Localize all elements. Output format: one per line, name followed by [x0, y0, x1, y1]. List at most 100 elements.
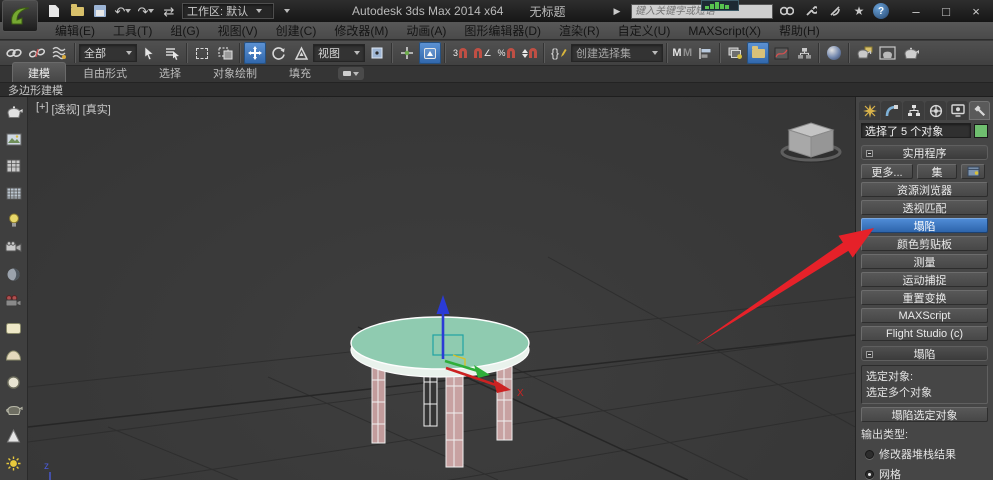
ribbon-tab-populate[interactable]: 填充 — [274, 63, 326, 82]
object-color-swatch[interactable] — [974, 124, 988, 138]
utility-color-clipboard-button[interactable]: 颜色剪贴板 — [861, 236, 988, 251]
named-selection-sets-field[interactable]: 创建选择集 — [571, 44, 663, 62]
select-and-link-icon[interactable] — [3, 42, 25, 64]
utility-flight-studio-button[interactable]: Flight Studio (c) — [861, 326, 988, 341]
workspace-dropdown[interactable]: 工作区: 默认 — [182, 3, 274, 19]
utility-asset-browser-button[interactable]: 资源浏览器 — [861, 182, 988, 197]
output-type-option-mesh[interactable]: 网格 — [865, 466, 988, 480]
redo-dropdown-icon[interactable] — [148, 9, 154, 13]
tab-motion[interactable] — [925, 101, 946, 120]
save-file-button[interactable] — [90, 3, 110, 20]
dome-primitive-icon[interactable] — [4, 345, 24, 365]
menu-help[interactable]: 帮助(H) — [770, 21, 829, 40]
select-and-move-icon[interactable] — [244, 42, 266, 64]
tab-display[interactable] — [947, 101, 968, 120]
menu-views[interactable]: 视图(V) — [209, 21, 267, 40]
view-cube[interactable] — [781, 123, 841, 163]
subscription-wrench-icon[interactable] — [801, 3, 821, 20]
open-file-button[interactable] — [67, 3, 87, 20]
utility-motion-capture-button[interactable]: 运动捕捉 — [861, 272, 988, 287]
collapse-selected-button[interactable]: 塌陷选定对象 — [861, 407, 988, 422]
select-and-rotate-icon[interactable] — [267, 42, 289, 64]
binoculars-search-icon[interactable] — [777, 3, 797, 20]
select-by-name-icon[interactable] — [161, 42, 183, 64]
more-utilities-button[interactable]: 更多... — [861, 164, 913, 179]
utility-reset-xform-button[interactable]: 重置变换 — [861, 290, 988, 305]
curve-editor-icon[interactable] — [770, 42, 792, 64]
viewport-shading-menu[interactable]: [真实] — [83, 101, 111, 117]
close-button[interactable]: × — [961, 2, 991, 20]
menu-tools[interactable]: 工具(T) — [104, 21, 161, 40]
application-menu-button[interactable] — [2, 0, 38, 32]
cone-primitive-icon[interactable] — [4, 426, 24, 446]
teapot-primitive-icon[interactable] — [4, 399, 24, 419]
utility-perspective-match-button[interactable]: 透视匹配 — [861, 200, 988, 215]
menu-create[interactable]: 创建(C) — [267, 21, 326, 40]
workspace-switch-button[interactable]: ⇄ — [159, 3, 179, 20]
new-scene-button[interactable] — [44, 3, 64, 20]
undo-dropdown-icon[interactable] — [125, 9, 131, 13]
bind-to-space-warp-icon[interactable] — [49, 42, 71, 64]
schematic-view-icon[interactable] — [793, 42, 815, 64]
redo-button[interactable]: ↷ — [136, 3, 156, 20]
communication-center-icon[interactable] — [825, 3, 845, 20]
object-name-field[interactable]: 选择了 5 个对象 — [861, 123, 971, 138]
workspace-flyout-button[interactable] — [277, 3, 297, 20]
use-pivot-center-icon[interactable] — [366, 42, 388, 64]
select-and-manipulate-icon[interactable] — [396, 42, 418, 64]
render-production-icon[interactable] — [899, 42, 921, 64]
tab-hierarchy[interactable] — [903, 101, 924, 120]
sphere-moon-icon[interactable] — [4, 264, 24, 284]
select-and-scale-icon[interactable] — [290, 42, 312, 64]
perspective-viewport[interactable]: [+] [透视] [真实] — [28, 97, 855, 480]
rectangular-selection-region-icon[interactable] — [191, 42, 213, 64]
undo-button[interactable]: ↶ — [113, 3, 133, 20]
menu-animation[interactable]: 动画(A) — [397, 21, 455, 40]
search-go-icon[interactable]: ▶ — [607, 3, 627, 20]
menu-maxscript[interactable]: MAXScript(X) — [679, 23, 770, 39]
reference-coordinate-dropdown[interactable]: 视图 — [313, 44, 365, 62]
lightbulb-icon[interactable] — [4, 210, 24, 230]
teapot-render-icon[interactable] — [4, 102, 24, 122]
radio-modifier-stack-result[interactable] — [865, 450, 874, 459]
help-icon[interactable]: ? — [873, 3, 889, 19]
align-icon[interactable] — [694, 42, 716, 64]
ribbon-tab-object-paint[interactable]: 对象绘制 — [198, 63, 272, 82]
spinner-snap-icon[interactable] — [518, 42, 540, 64]
ribbon-minimize-button[interactable] — [338, 67, 364, 80]
red-camera-icon[interactable] — [4, 291, 24, 311]
utility-measure-button[interactable]: 测量 — [861, 254, 988, 269]
collapse-rollout-header[interactable]: 塌陷 — [861, 346, 988, 361]
menu-rendering[interactable]: 渲染(R) — [550, 21, 609, 40]
menu-customize[interactable]: 自定义(U) — [609, 21, 680, 40]
image-viewer-icon[interactable] — [4, 129, 24, 149]
utilities-rollout-header[interactable]: 实用程序 — [861, 145, 988, 160]
configure-button-sets-button[interactable] — [961, 164, 985, 179]
polygon-modeling-panel-label[interactable]: 多边形建模 — [8, 82, 63, 98]
box-primitive-icon[interactable] — [4, 318, 24, 338]
snap-toggle-3d-icon[interactable]: 3 — [449, 42, 471, 64]
mirror-icon[interactable]: M M — [671, 42, 693, 64]
rendered-frame-window-icon[interactable] — [876, 42, 898, 64]
ribbon-tab-freeform[interactable]: 自由形式 — [68, 63, 142, 82]
percent-snap-icon[interactable]: % — [495, 42, 517, 64]
selection-filter-dropdown[interactable]: 全部 — [79, 44, 137, 62]
keyboard-shortcut-override-icon[interactable] — [419, 42, 441, 64]
unlink-selection-icon[interactable] — [26, 42, 48, 64]
tab-modify[interactable] — [881, 101, 902, 120]
utility-collapse-button[interactable]: 塌陷 — [861, 218, 988, 233]
utility-sets-button[interactable]: 集 — [917, 164, 957, 179]
material-editor-icon[interactable] — [823, 42, 845, 64]
output-type-option-stack[interactable]: 修改器堆栈结果 — [865, 446, 988, 462]
graphite-modeling-toggle-icon[interactable] — [747, 42, 769, 64]
favorites-star-icon[interactable]: ★ — [849, 3, 869, 20]
maximize-button[interactable]: □ — [931, 2, 961, 20]
tab-create[interactable] — [859, 101, 880, 120]
spreadsheet-icon[interactable] — [4, 156, 24, 176]
viewport-pov-menu[interactable]: [透视] — [52, 101, 80, 117]
manage-layers-icon[interactable] — [724, 42, 746, 64]
table-grid-icon[interactable] — [4, 183, 24, 203]
edit-named-selection-sets-icon[interactable]: {} — [548, 42, 570, 64]
video-camera-icon[interactable] — [4, 237, 24, 257]
window-crossing-icon[interactable] — [214, 42, 236, 64]
